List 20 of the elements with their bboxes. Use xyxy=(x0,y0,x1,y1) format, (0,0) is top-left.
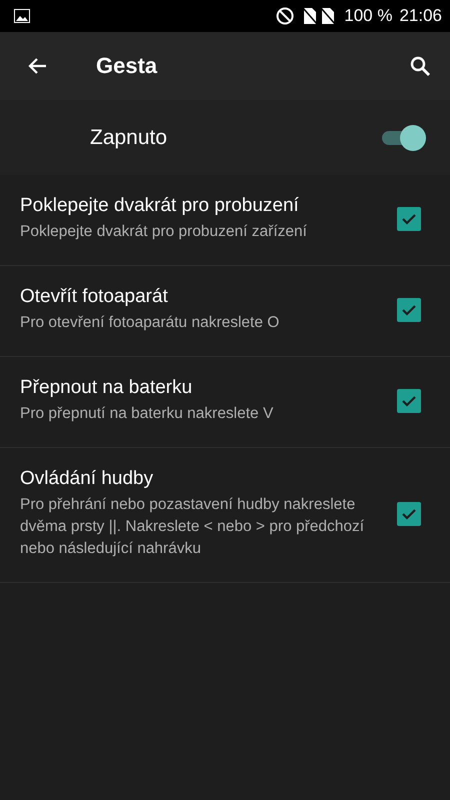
do-not-disturb-icon xyxy=(276,7,294,25)
search-icon xyxy=(408,54,432,78)
setting-summary: Pro přepnutí na baterku nakreslete V xyxy=(20,404,274,424)
setting-summary: Pro přehrání nebo pozastavení hudby nakreslete dvěma prsty ||. Nakreslete < nebo > pro předchozí nebo následující nahrávku xyxy=(20,495,365,559)
checkbox[interactable] xyxy=(397,502,421,526)
setting-title: Ovládání hudby xyxy=(20,468,154,490)
setting-summary: Pro otevření fotoaparátu nakreslete O xyxy=(20,313,280,333)
toggle-switch[interactable] xyxy=(380,124,426,152)
setting-title: Poklepejte dvakrát pro probuzení xyxy=(20,195,300,217)
clock: 21:06 xyxy=(399,6,442,26)
setting-summary: Poklepejte dvakrát pro probuzení zařízení xyxy=(20,222,308,242)
image-icon xyxy=(14,9,30,23)
setting-title: Otevřít fotoaparát xyxy=(20,286,169,308)
checkbox[interactable] xyxy=(397,389,421,413)
master-switch-label: Zapnuto xyxy=(90,126,168,150)
battery-level: 100 % xyxy=(344,6,392,26)
checkbox[interactable] xyxy=(397,207,421,231)
setting-title: Přepnout na baterku xyxy=(20,377,194,399)
checkbox[interactable] xyxy=(397,298,421,322)
screen-title: Gesta xyxy=(96,53,158,79)
